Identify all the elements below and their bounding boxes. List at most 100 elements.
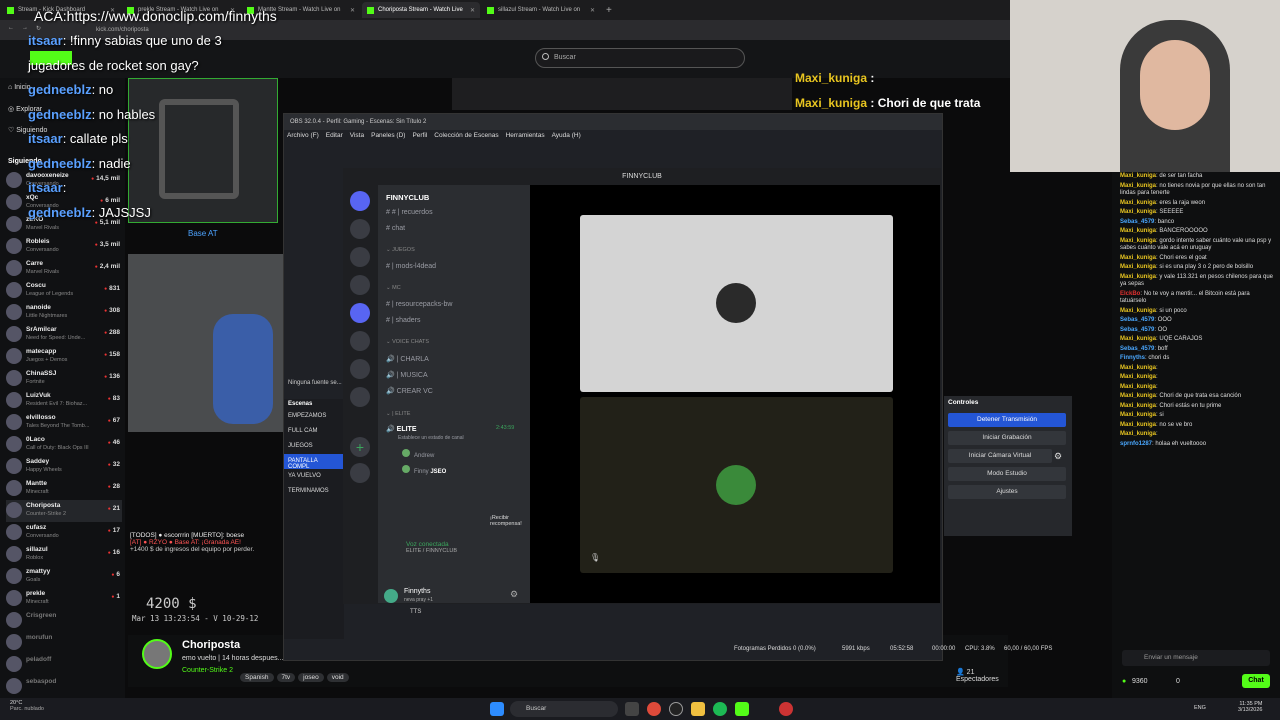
obs-menu-item[interactable]: Colección de Escenas <box>434 132 498 139</box>
search-input[interactable]: Buscar <box>535 48 745 68</box>
scene-item[interactable]: TERMINAMOS <box>284 484 344 499</box>
sidebar-channel[interactable]: Mantte Minecraft 28 <box>6 478 122 500</box>
stream-category[interactable]: Counter-Strike 2 <box>182 667 233 674</box>
channel-category[interactable]: ⌄ JUEGOS <box>386 247 415 253</box>
windows-start-icon[interactable] <box>490 702 504 716</box>
chat-username[interactable]: Sebas_4579 <box>1120 327 1154 333</box>
scene-item[interactable]: JUEGOS <box>284 439 344 454</box>
sidebar-channel[interactable]: matecapp Juegos + Demos 158 <box>6 346 122 368</box>
channel-category[interactable]: ⌄ | ELITE <box>386 411 410 417</box>
close-icon[interactable]: ✕ <box>470 7 475 14</box>
sidebar-channel[interactable]: Carre Marvel Rivals 2,4 mil <box>6 258 122 280</box>
chat-username[interactable]: Maxi_kuniga <box>1120 183 1156 189</box>
chat-input[interactable]: Enviar un mensaje <box>1122 650 1270 666</box>
video-tile[interactable]: 🎙 <box>580 397 893 573</box>
discord-channel[interactable]: 🔊 | CHARLA <box>386 355 429 363</box>
discord-channel[interactable]: # | shaders <box>386 317 421 324</box>
sidebar-channel[interactable]: zmattyy Goals 6 <box>6 566 122 588</box>
server-icon[interactable] <box>350 387 370 407</box>
gear-icon[interactable]: ⚙ <box>1054 451 1062 462</box>
close-icon[interactable]: ✕ <box>590 7 595 14</box>
chat-username[interactable]: Maxi_kuniga <box>1120 228 1156 234</box>
start-recording-button[interactable]: Iniciar Grabación <box>948 431 1066 445</box>
sidebar-channel[interactable]: sebaspod <box>6 676 122 698</box>
browser-tab[interactable]: sillazul Stream - Watch Live on ✕ <box>482 2 600 18</box>
sidebar-channel[interactable]: morufun <box>6 632 122 654</box>
chat-username[interactable]: Maxi_kuniga <box>1120 365 1156 371</box>
folder-icon[interactable] <box>691 702 705 716</box>
chat-username[interactable]: Sebas_4579 <box>1120 317 1154 323</box>
sidebar-channel[interactable]: Choriposta Counter-Strike 2 21 <box>6 500 122 522</box>
new-tab-icon[interactable]: + <box>606 5 612 16</box>
tag[interactable]: joseo <box>298 673 324 682</box>
discord-channel[interactable]: # chat <box>386 225 405 232</box>
spotify-icon[interactable] <box>713 702 727 716</box>
reload-icon[interactable]: ↻ <box>36 25 41 32</box>
close-icon[interactable]: ✕ <box>350 7 355 14</box>
chat-username[interactable]: Maxi_kuniga <box>1120 274 1156 280</box>
voice-member[interactable]: Finny JSEO <box>402 465 446 475</box>
chat-username[interactable]: Maxi_kuniga <box>1120 374 1156 380</box>
obs-menu-item[interactable]: Perfil <box>412 132 427 139</box>
stop-stream-button[interactable]: Detener Transmisión <box>948 413 1066 427</box>
tag[interactable]: Spanish <box>240 673 274 682</box>
chat-username[interactable]: Maxi_kuniga <box>1120 336 1156 342</box>
chat-username[interactable]: Maxi_kuniga <box>1120 238 1156 244</box>
server-icon[interactable] <box>350 331 370 351</box>
obs-menu-item[interactable]: Ayuda (H) <box>552 132 581 139</box>
promo-button[interactable]: ¡Recibir recompensa! <box>490 515 530 527</box>
discord-channel[interactable]: 🔊 | MUSICA <box>386 371 428 379</box>
scene-item[interactable]: PANTALLA COMPL <box>284 454 344 470</box>
weather-widget[interactable]: 20°C Parc. nublado <box>10 700 44 712</box>
obs-menu-item[interactable]: Vista <box>350 132 364 139</box>
kick-icon[interactable] <box>735 702 749 716</box>
sidebar-channel[interactable]: Saddey Happy Wheels 32 <box>6 456 122 478</box>
sidebar-channel[interactable]: cufasz Conversando 17 <box>6 522 122 544</box>
forward-icon[interactable]: → <box>22 25 28 31</box>
browser-tab-active[interactable]: Choriposta Stream - Watch Live ✕ <box>362 2 480 18</box>
sidebar-channel[interactable]: nanoide Little Nightmares 308 <box>6 302 122 324</box>
sidebar-channel[interactable]: prekle Minecraft 1 <box>6 588 122 610</box>
discord-channel[interactable]: 🔊 CREAR VC <box>386 387 433 395</box>
channel-category[interactable]: ⌄ VOICE CHATS <box>386 339 429 345</box>
settings-button[interactable]: Ajustes <box>948 485 1066 499</box>
avatar[interactable] <box>384 589 398 603</box>
chat-username[interactable]: ElckBo <box>1120 291 1140 297</box>
settings-icon[interactable]: ⚙ <box>510 589 518 600</box>
sidebar-channel[interactable]: sillazul Roblox 16 <box>6 544 122 566</box>
chat-username[interactable]: Maxi_kuniga <box>1120 384 1156 390</box>
chat-username[interactable]: sprnfo1287 <box>1120 441 1152 447</box>
studio-mode-button[interactable]: Modo Estudio <box>948 467 1066 481</box>
sidebar-channel[interactable]: LuizVuk Resident Evil 7: Biohaz... 83 <box>6 390 122 412</box>
sidebar-channel[interactable]: Robleis Conversando 3,5 mil <box>6 236 122 258</box>
discord-channel[interactable]: # | resourcepacks-bw <box>386 301 452 308</box>
sidebar-channel[interactable]: SrAmilcar Need for Speed: Unde... 288 <box>6 324 122 346</box>
server-icon[interactable] <box>350 275 370 295</box>
discord-channel[interactable]: # # | recuerdos <box>386 209 433 216</box>
discover-icon[interactable] <box>350 463 370 483</box>
sidebar-channel[interactable]: Coscu League of Legends 831 <box>6 280 122 302</box>
channel-category[interactable]: ⌄ MC <box>386 285 401 291</box>
channel-name[interactable]: Choriposta <box>182 639 240 651</box>
voice-member[interactable]: Andrew <box>402 449 434 459</box>
chat-username[interactable]: Maxi_kuniga <box>1120 264 1156 270</box>
chat-username[interactable]: Maxi_kuniga <box>1120 393 1156 399</box>
server-icon[interactable] <box>350 219 370 239</box>
obs-menu-item[interactable]: Paneles (D) <box>371 132 405 139</box>
chat-username[interactable]: Sebas_4579 <box>1120 219 1154 225</box>
taskbar-search[interactable]: Buscar <box>510 701 618 717</box>
add-server-icon[interactable]: + <box>350 437 370 457</box>
sidebar-channel[interactable]: 0Laco Call of Duty: Black Ops III 46 <box>6 434 122 456</box>
obs-menu-item[interactable]: Archivo (F) <box>287 132 319 139</box>
chat-username[interactable]: Maxi_kuniga <box>1120 173 1156 179</box>
server-name[interactable]: FINNYCLUB <box>386 193 429 202</box>
clock[interactable]: 11:35 PM 3/13/2026 <box>1238 701 1262 713</box>
obs-menu-item[interactable]: Editar <box>326 132 343 139</box>
discord-channel[interactable]: # | mods-l4dead <box>386 263 436 270</box>
chat-username[interactable]: Maxi_kuniga <box>1120 412 1156 418</box>
chat-username[interactable]: Maxi_kuniga <box>1120 255 1156 261</box>
scene-item[interactable]: YA VUELVO <box>284 469 344 484</box>
chat-username[interactable]: Maxi_kuniga <box>1120 209 1156 215</box>
discord-channel[interactable]: 🔊 ELITE <box>386 425 417 433</box>
app-icon[interactable] <box>779 702 793 716</box>
